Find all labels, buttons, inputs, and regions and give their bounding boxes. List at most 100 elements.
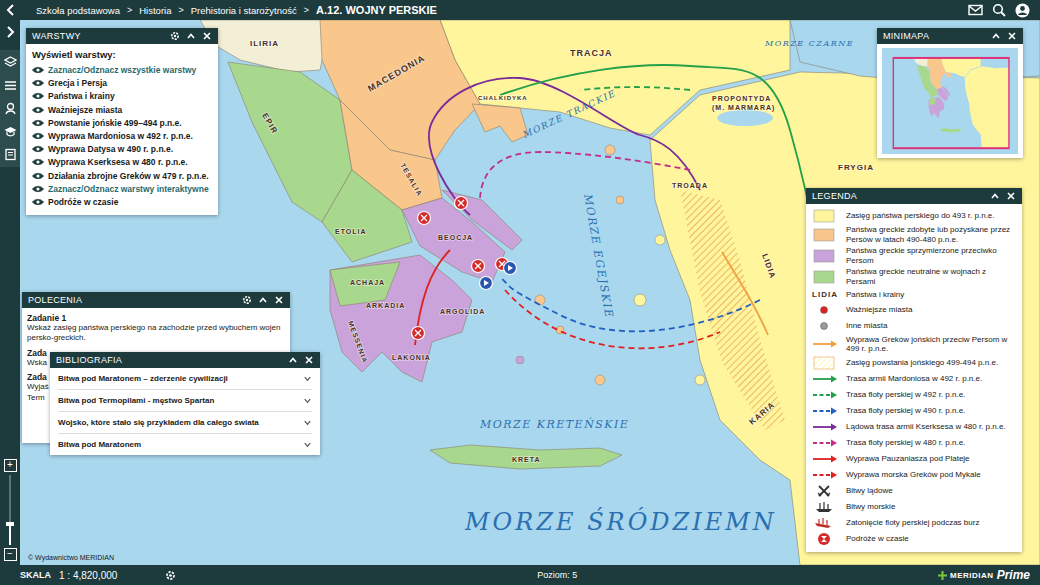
eye-icon[interactable] xyxy=(32,106,44,114)
legend-item: Wyprawa Pauzaniasza pod Plateje xyxy=(810,452,1016,466)
panel-header[interactable]: BIBLIOGRAFIA xyxy=(50,352,320,368)
collapse-icon[interactable] xyxy=(991,31,1001,41)
layer-item[interactable]: Grecja i Persja xyxy=(32,78,212,88)
swatch-icon xyxy=(811,209,839,223)
back-icon[interactable] xyxy=(4,3,18,17)
eye-icon[interactable] xyxy=(32,66,44,74)
close-icon[interactable] xyxy=(274,295,284,305)
eye-icon[interactable] xyxy=(32,198,44,206)
legend-item: Zatonięcie floty perskiej podczas burz xyxy=(810,516,1016,530)
map[interactable]: ILIRIATRACJAMORZE CZARNEMACEDONIAPROPONT… xyxy=(20,20,1040,565)
route-line xyxy=(500,65,840,430)
close-icon[interactable] xyxy=(1006,191,1016,201)
breadcrumb-item[interactable]: Prehistoria i starożytność xyxy=(191,5,297,16)
expand-icon[interactable] xyxy=(4,26,16,38)
zoom-in-button[interactable]: + xyxy=(4,459,17,472)
collapse-icon[interactable] xyxy=(186,31,196,41)
layer-item[interactable]: Wyprawa Kserksesa w 480 r. p.n.e. xyxy=(32,157,212,167)
map-label: KRETA xyxy=(512,456,541,463)
mail-icon[interactable] xyxy=(968,4,983,16)
bibliography-item[interactable]: Bitwa pod Maratonem – zderzenie cywiliza… xyxy=(58,368,312,390)
battle-marker[interactable] xyxy=(455,197,468,210)
zoom-handle[interactable] xyxy=(6,522,14,526)
hatch-icon xyxy=(811,356,839,370)
minimap-panel[interactable]: MINIMAPA xyxy=(877,28,1023,158)
eye-icon[interactable] xyxy=(32,158,44,166)
viewport-frame[interactable] xyxy=(893,58,1009,148)
layer-item[interactable]: Powstanie jońskie 499–494 p.n.e. xyxy=(32,118,212,128)
bibliography-item[interactable]: Wojsko, które stało się przykładem dla c… xyxy=(58,412,312,434)
graduation-icon[interactable] xyxy=(4,125,17,138)
eye-icon[interactable] xyxy=(32,79,44,87)
line-icon xyxy=(811,337,839,351)
chevron-icon[interactable] xyxy=(303,396,312,405)
panel-title: WARSTWY xyxy=(32,31,164,41)
layer-item[interactable]: Zaznacz/Odznacz warstwy interaktywne xyxy=(32,184,212,194)
minimap-view[interactable] xyxy=(882,48,1018,154)
swatch-icon xyxy=(811,228,839,242)
chevron-icon[interactable] xyxy=(303,440,312,449)
close-icon[interactable] xyxy=(304,355,314,365)
book-icon[interactable] xyxy=(4,148,17,161)
dashed-line-icon xyxy=(811,404,839,418)
bibliography-panel[interactable]: BIBLIOGRAFIA Bitwa pod Maratonem – zderz… xyxy=(50,352,320,455)
layer-item[interactable]: Ważniejsze miasta xyxy=(32,105,212,115)
battle-marker[interactable] xyxy=(504,262,517,275)
search-icon[interactable] xyxy=(992,3,1006,17)
task-item: Zadanie 1 Wskaż zasięg państwa perskiego… xyxy=(27,313,285,344)
legend-panel[interactable]: LEGENDA Zasięg państwa perskiego do 493 … xyxy=(806,188,1022,552)
user-icon[interactable] xyxy=(1015,3,1030,18)
battle-marker[interactable] xyxy=(412,327,425,340)
route-line xyxy=(722,252,768,335)
map-label: MORZE EGEJSKIE xyxy=(581,192,616,319)
breadcrumb-item[interactable]: Historia xyxy=(139,5,171,16)
island xyxy=(655,235,665,245)
eye-icon[interactable] xyxy=(32,185,44,193)
bibliography-item[interactable]: Bitwa pod Termopilami - męstwo Spartan xyxy=(58,390,312,412)
gear-icon[interactable] xyxy=(165,570,176,581)
battle-marker[interactable] xyxy=(480,277,493,290)
line-icon xyxy=(811,420,839,434)
breadcrumb-item[interactable]: A.12. WOJNY PERSKIE xyxy=(316,4,437,16)
battle-marker[interactable] xyxy=(472,260,485,273)
panel-header[interactable]: WARSTWY xyxy=(26,28,218,44)
eye-icon[interactable] xyxy=(32,145,44,153)
breadcrumb-item[interactable]: Szkoła podstawowa xyxy=(36,5,120,16)
island xyxy=(516,356,524,364)
travel-icon xyxy=(811,532,839,546)
eye-icon[interactable] xyxy=(32,119,44,127)
battle-marker[interactable] xyxy=(418,212,431,225)
line-icon xyxy=(811,452,839,466)
collapse-icon[interactable] xyxy=(990,191,1000,201)
collapse-icon[interactable] xyxy=(258,295,268,305)
map-label: LIDIA xyxy=(760,253,777,280)
bibliography-item[interactable]: Bitwa pod Maratonem xyxy=(58,434,312,455)
layer-item[interactable]: Podróże w czasie xyxy=(32,197,212,207)
eye-icon[interactable] xyxy=(32,132,44,140)
list-icon[interactable] xyxy=(4,79,17,92)
layer-item[interactable]: Działania zbrojne Greków w 479 r. p.n.e. xyxy=(32,171,212,181)
panel-header[interactable]: POLECENIA xyxy=(22,292,290,308)
eye-icon[interactable] xyxy=(32,172,44,180)
panel-header[interactable]: LEGENDA xyxy=(806,188,1022,204)
land-region xyxy=(200,20,330,72)
chevron-icon[interactable] xyxy=(303,418,312,427)
layers-panel[interactable]: WARSTWY Wyświetl warstwy: Zaznacz/Odznac… xyxy=(26,28,218,215)
layer-item[interactable]: Wyprawa Mardoniosa w 492 r. p.n.e. xyxy=(32,131,212,141)
chevron-icon[interactable] xyxy=(303,374,312,383)
gear-icon[interactable] xyxy=(170,31,180,41)
close-icon[interactable] xyxy=(202,31,212,41)
layer-item[interactable]: Państwa i krainy xyxy=(32,91,212,101)
eye-icon[interactable] xyxy=(32,92,44,100)
zoom-out-button[interactable]: − xyxy=(4,548,17,561)
zoom-control: + − xyxy=(4,459,17,561)
layer-item[interactable]: Wyprawa Datysa w 490 r. p.n.e. xyxy=(32,144,212,154)
layer-item[interactable]: Zaznacz/Odznacz wszystkie warstwy xyxy=(32,65,212,75)
pin-icon[interactable] xyxy=(4,102,17,115)
collapse-icon[interactable] xyxy=(288,355,298,365)
panel-header[interactable]: MINIMAPA xyxy=(877,28,1023,44)
gear-icon[interactable] xyxy=(242,295,252,305)
layers-icon[interactable] xyxy=(4,56,17,69)
close-icon[interactable] xyxy=(1007,31,1017,41)
zoom-slider[interactable] xyxy=(9,475,11,545)
